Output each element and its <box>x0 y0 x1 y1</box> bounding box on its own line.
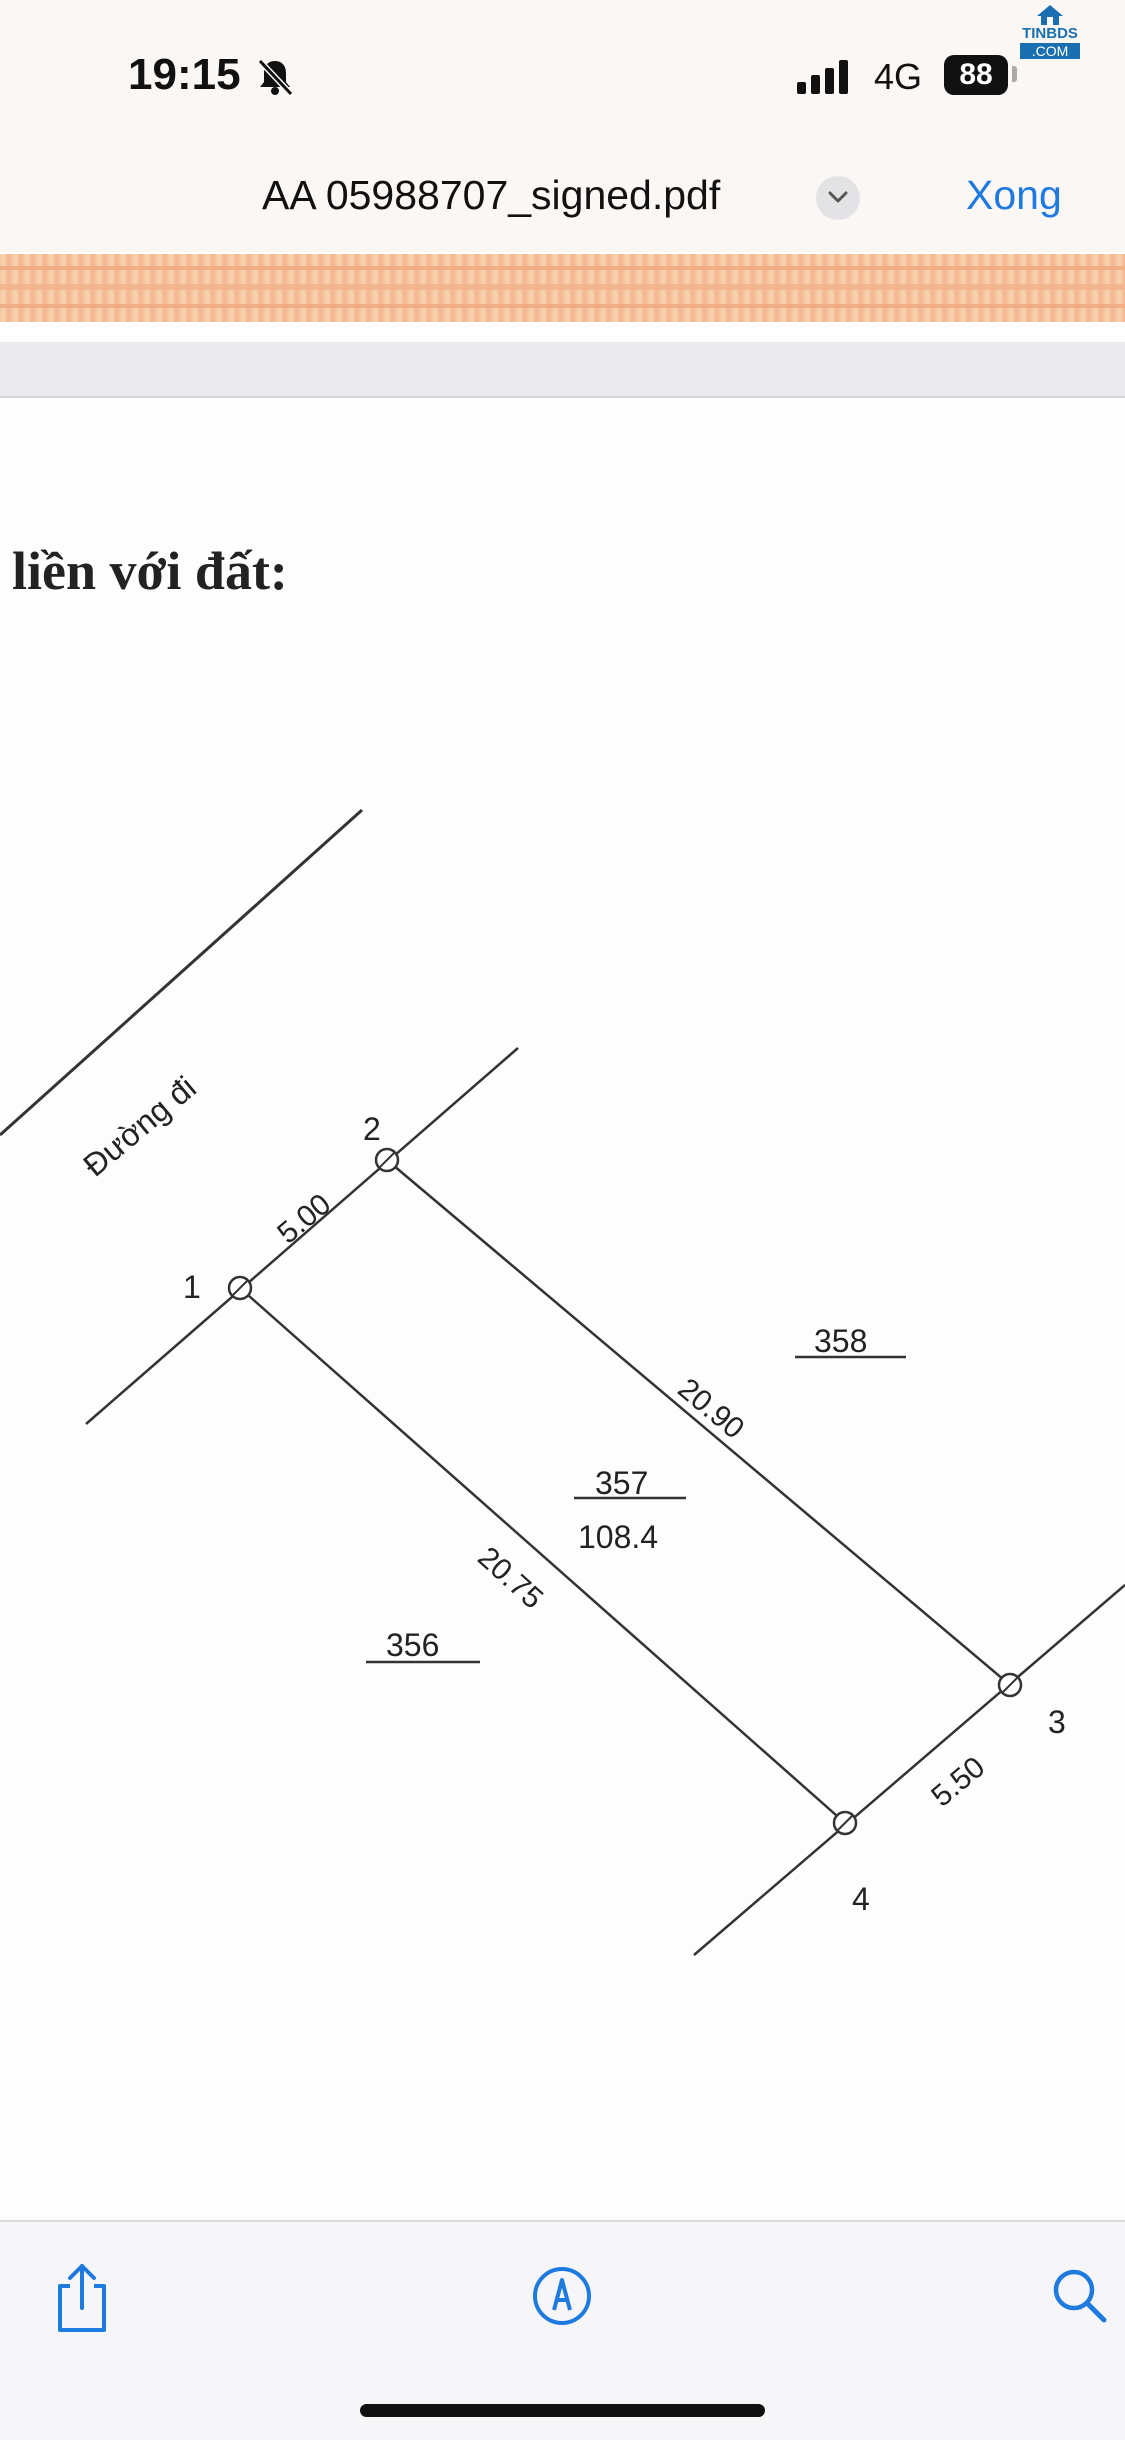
watermark-suffix: .COM <box>1020 43 1080 59</box>
house-icon <box>1037 5 1063 25</box>
border-line <box>0 266 1125 270</box>
signal-icon <box>797 60 848 94</box>
land-plot-diagram: Đường đi 1 2 3 4 5.00 20.90 20.75 5.50 3… <box>0 808 1125 1956</box>
battery-icon: 88 <box>944 55 1008 95</box>
back-boundary-line <box>693 1584 1125 1956</box>
point-label-1: 1 <box>183 1269 201 1305</box>
battery-level: 88 <box>959 58 993 91</box>
parcel-356-id: 356 <box>386 1627 439 1663</box>
watermark-brand: TINBDS <box>1022 25 1078 42</box>
home-indicator[interactable] <box>360 2404 765 2417</box>
markup-icon[interactable] <box>532 2266 592 2326</box>
document-page[interactable]: liền với đất: Đường đi 1 2 3 4 5.00 20.9… <box>0 400 1125 2220</box>
document-title[interactable]: AA 05988707_signed.pdf <box>262 172 720 219</box>
border-line <box>0 304 1125 308</box>
vertex-marker-4 <box>832 1810 858 1836</box>
border-line <box>0 284 1125 290</box>
search-icon[interactable] <box>1050 2266 1108 2324</box>
watermark-logo: TINBDS .COM <box>1018 4 1080 60</box>
parcel-357-area: 108.4 <box>578 1519 658 1555</box>
parcel-358-id: 358 <box>814 1323 867 1359</box>
parcel-357-id: 357 <box>595 1465 648 1501</box>
share-icon[interactable] <box>52 2262 112 2334</box>
battery-tip <box>1012 66 1017 82</box>
page-separator <box>0 342 1125 398</box>
point-label-4: 4 <box>852 1881 870 1917</box>
edge-label-1-2: 5.00 <box>271 1188 337 1251</box>
vertex-marker-1 <box>227 1275 253 1301</box>
vertex-marker-3 <box>997 1672 1023 1698</box>
road-label: Đường đi <box>76 1069 202 1183</box>
done-button[interactable]: Xong <box>966 172 1062 219</box>
network-type: 4G <box>874 56 923 97</box>
side-line-2-3 <box>386 1159 1011 1686</box>
edge-label-3-4: 5.50 <box>925 1751 991 1814</box>
document-border-strip <box>0 254 1125 322</box>
top-bar: 19:15 4G 88 TINBDS .COM AA 05988707_sign… <box>0 0 1125 252</box>
point-label-2: 2 <box>363 1111 381 1147</box>
side-line-1-4 <box>239 1287 846 1824</box>
chevron-down-icon <box>828 191 848 203</box>
point-label-3: 3 <box>1048 1704 1066 1740</box>
title-dropdown-button[interactable] <box>816 176 860 220</box>
vertex-marker-2 <box>374 1147 400 1173</box>
bell-slash-icon <box>257 58 294 97</box>
status-time: 19:15 <box>128 50 241 99</box>
